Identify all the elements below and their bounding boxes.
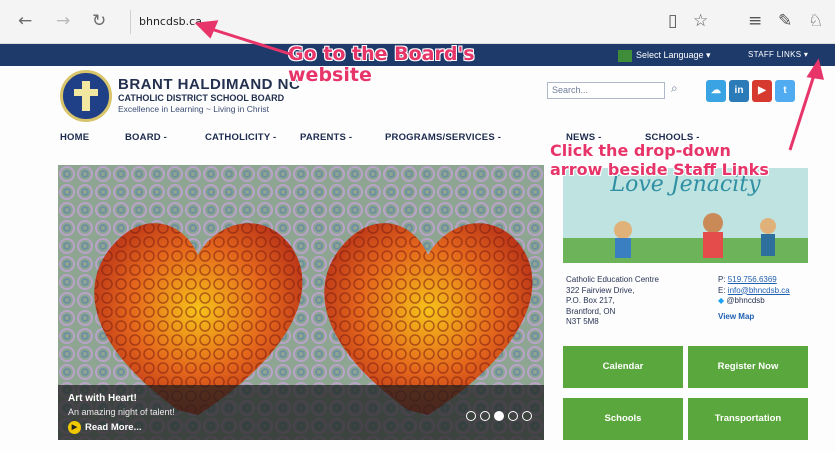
board-logo[interactable] bbox=[60, 70, 112, 122]
phone-link[interactable]: 519.756.6369 bbox=[728, 275, 777, 284]
slide-dot-5[interactable] bbox=[522, 411, 532, 421]
select-language-label: Select Language ▾ bbox=[636, 50, 711, 60]
favorite-star-icon[interactable]: ☆ bbox=[693, 11, 708, 31]
slide-dot-4[interactable] bbox=[508, 411, 518, 421]
view-map-link[interactable]: View Map bbox=[718, 312, 754, 321]
annotation-go-to-website: Go to the Board's website bbox=[288, 44, 475, 86]
slide-dot-1[interactable] bbox=[466, 411, 476, 421]
annotation-line: Click the drop-down bbox=[550, 141, 731, 160]
twitter-handle[interactable]: @bhncdsb bbox=[726, 296, 764, 305]
nav-home[interactable]: HOME bbox=[60, 132, 89, 143]
address-line: Catholic Education Centre bbox=[566, 275, 659, 284]
read-more-link[interactable]: ▶ Read More... bbox=[68, 421, 142, 434]
annotation-line: arrow beside Staff Links bbox=[550, 160, 769, 179]
board-name[interactable]: BRANT HALDIMAND NC bbox=[118, 76, 300, 93]
hero-title: Art with Heart! bbox=[68, 393, 137, 404]
annotation-line: website bbox=[288, 64, 372, 86]
address-line: N3T 5M8 bbox=[566, 317, 599, 326]
annotation-line: Go to the Board's bbox=[288, 43, 475, 65]
search-input[interactable]: Search... bbox=[547, 82, 665, 99]
contact-details: P: 519.756.6369 E: info@bhncdsb.ca ◆ @bh… bbox=[718, 275, 790, 322]
nav-programs-services[interactable]: PROGRAMS/SERVICES - bbox=[385, 132, 501, 143]
reload-icon[interactable]: ↻ bbox=[92, 11, 106, 31]
logo-cross-vertical bbox=[82, 81, 90, 111]
email-link[interactable]: info@bhncdsb.ca bbox=[728, 286, 790, 295]
slide-dot-3[interactable] bbox=[494, 411, 504, 421]
youtube-icon[interactable]: ▶ bbox=[752, 80, 772, 102]
twitter-icon[interactable]: t bbox=[775, 80, 795, 102]
slide-dot-2[interactable] bbox=[480, 411, 490, 421]
nav-parents[interactable]: PARENTS - bbox=[300, 132, 352, 143]
email-label: E: bbox=[718, 285, 726, 295]
address-bar[interactable]: bhncdsb.ca bbox=[130, 10, 630, 34]
back-arrow-icon[interactable]: ← bbox=[18, 11, 32, 31]
linkedin-icon[interactable]: in bbox=[729, 80, 749, 102]
promo-banner[interactable]: Love Jenacity bbox=[563, 168, 808, 263]
nav-catholicity[interactable]: CATHOLICITY - bbox=[205, 132, 276, 143]
board-subtitle: CATHOLIC DISTRICT SCHOOL BOARD bbox=[118, 93, 285, 103]
address-line: Brantford, ON bbox=[566, 306, 616, 316]
read-more-label: Read More... bbox=[85, 422, 142, 434]
annotation-staff-links: Click the drop-down arrow beside Staff L… bbox=[550, 141, 769, 179]
slide-indicators bbox=[462, 408, 532, 426]
web-note-icon[interactable]: ✎ bbox=[778, 11, 792, 31]
board-tagline: Excellence in Learning ~ Living in Chris… bbox=[118, 104, 269, 114]
twitter-bird-icon: ◆ bbox=[718, 296, 725, 305]
play-icon: ▶ bbox=[68, 421, 81, 434]
calendar-button[interactable]: Calendar bbox=[563, 346, 683, 388]
select-language-dropdown[interactable]: Select Language ▾ bbox=[618, 47, 711, 63]
hub-icon[interactable]: ≡ bbox=[748, 11, 762, 31]
forward-arrow-icon[interactable]: → bbox=[56, 11, 70, 31]
contact-address: Catholic Education Centre 322 Fairview D… bbox=[566, 275, 659, 328]
phone-label: P: bbox=[718, 275, 726, 284]
register-now-button[interactable]: Register Now bbox=[688, 346, 808, 388]
schools-button[interactable]: Schools bbox=[563, 398, 683, 440]
cloud-icon[interactable]: ☁ bbox=[706, 80, 726, 102]
staff-links-dropdown[interactable]: STAFF LINKS ▾ bbox=[748, 47, 808, 63]
promo-illustration bbox=[563, 213, 808, 263]
hero-caption: Art with Heart! An amazing night of tale… bbox=[58, 385, 544, 440]
translate-icon bbox=[618, 49, 632, 62]
address-line: P.O. Box 217, bbox=[566, 296, 615, 305]
share-icon[interactable]: ♘ bbox=[808, 11, 823, 31]
hero-slider[interactable]: Art with Heart! An amazing night of tale… bbox=[58, 165, 544, 440]
address-line: 322 Fairview Drive, bbox=[566, 285, 635, 295]
reading-view-icon[interactable]: ▯ bbox=[668, 11, 677, 31]
search-icon[interactable]: ⌕ bbox=[671, 81, 678, 96]
logo-cross-horizontal bbox=[74, 89, 98, 96]
browser-toolbar: ← → ↻ bhncdsb.ca ▯ ☆ ≡ ✎ ♘ bbox=[0, 0, 835, 44]
transportation-button[interactable]: Transportation bbox=[688, 398, 808, 440]
nav-board[interactable]: BOARD - bbox=[125, 132, 167, 143]
hero-subtitle: An amazing night of talent! bbox=[68, 407, 175, 417]
